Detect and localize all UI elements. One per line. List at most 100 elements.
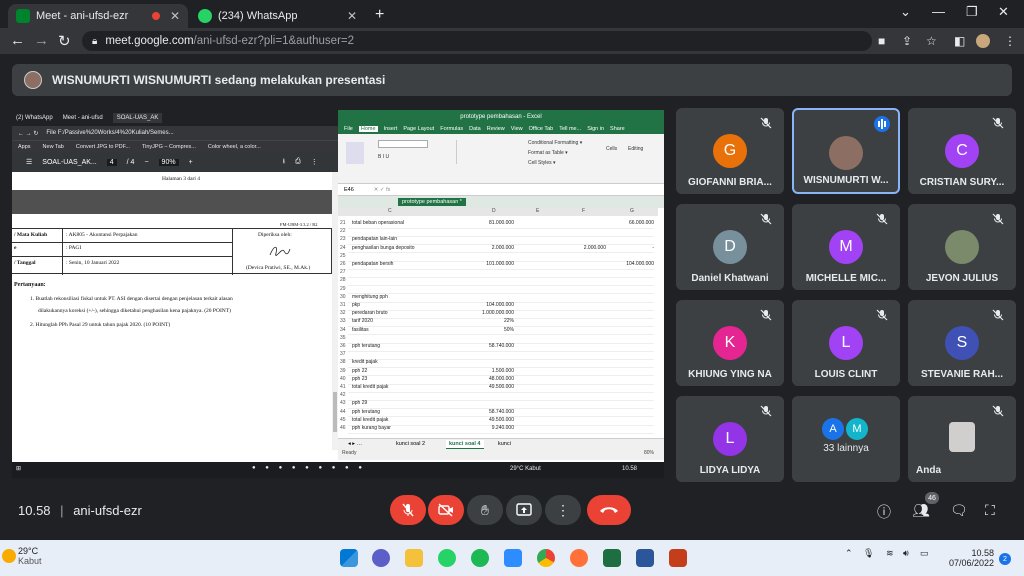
page-header: Halaman 3 dari 4 xyxy=(162,176,201,182)
camera-indicator-icon[interactable]: ■ xyxy=(878,34,885,48)
pdf-page-count: / 4 xyxy=(126,158,135,166)
mic-off-button[interactable] xyxy=(390,495,426,525)
inner-app-icons: ● ● ● ● ● ● ● ● ● xyxy=(252,465,366,471)
side-panel-icon[interactable]: ◧ xyxy=(954,34,965,48)
wifi-icon[interactable]: ≋ xyxy=(886,548,894,559)
checked-by-label: Diperiksa oleh: xyxy=(258,232,292,238)
cell-label: peredaran bruto xyxy=(352,310,388,317)
tab-title: Meet - ani-ufsd-ezr xyxy=(36,10,129,22)
participant-tile[interactable]: JEVON JULIUS xyxy=(908,204,1016,290)
excel-window: prototype pembahasan - Excel File Home I… xyxy=(338,110,664,466)
alignment-group xyxy=(456,140,496,164)
close-tab-icon[interactable]: ✕ xyxy=(347,9,357,23)
spotify-icon[interactable] xyxy=(471,549,489,567)
activities-button[interactable]: ⛶ xyxy=(985,502,995,519)
cell-label: pph kurang bayar xyxy=(352,425,391,431)
col-header: G xyxy=(630,208,634,214)
whatsapp-icon[interactable] xyxy=(438,549,456,567)
bookmark-star-icon[interactable]: ☆ xyxy=(926,34,937,48)
participant-name: MICHELLE MIC... xyxy=(805,273,887,284)
tab-meet[interactable]: Meet - ani-ufsd-ezr ✕ xyxy=(8,4,188,28)
participant-tile[interactable]: G GIOFANNI BRIA... xyxy=(676,108,784,194)
mic-muted-icon xyxy=(876,308,888,321)
minimize-button[interactable]: — xyxy=(932,4,945,19)
profile-avatar[interactable] xyxy=(976,34,990,48)
firefox-icon[interactable] xyxy=(570,549,588,567)
banner-text: WISNUMURTI WISNUMURTI sedang melakukan p… xyxy=(52,73,386,87)
participant-name: GIOFANNI BRIA... xyxy=(688,177,772,188)
cell-label: pph terutang xyxy=(352,343,381,349)
cell-label: penghasilan bunga deposito xyxy=(352,244,415,251)
volume-icon[interactable]: 🔊︎ xyxy=(903,548,909,559)
close-tab-icon[interactable]: ✕ xyxy=(170,9,180,23)
participant-tile[interactable]: S STEVANIE RAH... xyxy=(908,300,1016,386)
presentation-banner: WISNUMURTI WISNUMURTI sedang melakukan p… xyxy=(12,64,1012,96)
participant-tile[interactable]: Anda xyxy=(908,396,1016,482)
camera-off-button[interactable] xyxy=(428,495,464,525)
mic-tray-icon[interactable]: 🎙︎ xyxy=(863,548,874,559)
url-path: /ani-ufsd-ezr?pli=1&authuser=2 xyxy=(193,35,355,47)
zoom-icon[interactable] xyxy=(504,549,522,567)
participant-tile[interactable]: A M 33 lainnya xyxy=(792,396,900,482)
system-clock[interactable]: 10.58 07/06/2022 xyxy=(946,548,994,568)
excel-status-bar: Ready 80% xyxy=(338,450,664,460)
info-label: e xyxy=(14,245,17,251)
meeting-info-button[interactable]: ⓘ xyxy=(877,502,891,522)
file-explorer-icon[interactable] xyxy=(405,549,423,567)
participant-name: Anda xyxy=(916,465,941,476)
back-button[interactable]: ← xyxy=(10,32,25,49)
url-input[interactable]: 🔒︎ meet.google.com/ani-ufsd-ezr?pli=1&au… xyxy=(82,31,872,51)
participant-tile[interactable]: L LIDYA LIDYA xyxy=(676,396,784,482)
new-tab-button[interactable]: + xyxy=(375,6,384,24)
spreadsheet-grid: 21 total beban operasional 81.000.000 66.00… xyxy=(338,220,658,438)
chat-button[interactable]: 🗨︎ xyxy=(950,502,968,519)
participant-tile[interactable]: K KHIUNG YING NA xyxy=(676,300,784,386)
restore-button[interactable]: ❐ xyxy=(966,4,978,20)
clock-date: 07/06/2022 xyxy=(948,558,994,568)
info-label: / Tanggal xyxy=(14,260,36,266)
weather-temp: 29°C xyxy=(18,546,39,556)
tab-search-chevron-icon[interactable]: ⌄ xyxy=(900,4,911,20)
word-icon[interactable] xyxy=(636,549,654,567)
url-host: meet.google.com xyxy=(105,35,194,47)
print-icon: ⎙ xyxy=(295,158,301,165)
cell-value: 1.500.000 xyxy=(491,367,514,374)
camera-off-icon xyxy=(438,503,453,517)
participant-tile[interactable]: L LOUIS CLINT xyxy=(792,300,900,386)
leave-call-button[interactable] xyxy=(587,495,631,525)
notification-badge[interactable]: 2 xyxy=(999,553,1011,565)
avatar: S xyxy=(945,326,979,360)
powerpoint-icon[interactable] xyxy=(669,549,687,567)
hang-up-icon xyxy=(600,507,618,513)
tab-whatsapp[interactable]: (234) WhatsApp ✕ xyxy=(190,4,365,28)
close-window-button[interactable]: ✕ xyxy=(998,4,1009,20)
forward-button[interactable]: → xyxy=(34,32,49,49)
cell-value: 104.000.000 xyxy=(626,261,654,267)
people-button[interactable]: 👥︎ xyxy=(912,502,930,519)
participant-tile[interactable]: WISNUMURTI W... xyxy=(792,108,900,194)
start-icon[interactable] xyxy=(340,549,358,567)
bookmark-item: TinyJPG – Compres... xyxy=(141,143,196,150)
present-button[interactable] xyxy=(506,495,542,525)
participant-tile[interactable]: D Daniel Khatwani xyxy=(676,204,784,290)
participant-tile[interactable]: C CRISTIAN SURY... xyxy=(908,108,1016,194)
participant-tile[interactable]: M MICHELLE MIC... xyxy=(792,204,900,290)
battery-icon[interactable]: ▭ xyxy=(920,548,929,559)
raise-hand-button[interactable]: ✋︎ xyxy=(467,495,503,525)
reload-button[interactable]: ↻ xyxy=(58,32,71,50)
menu-kebab-icon[interactable]: ⋮ xyxy=(1004,34,1016,48)
chrome-icon[interactable] xyxy=(537,549,555,567)
tray-chevron-icon[interactable]: ⌃ xyxy=(845,548,853,559)
teams-chat-icon[interactable] xyxy=(372,549,390,567)
more-options-button[interactable]: ⋮ xyxy=(545,495,581,525)
share-icon[interactable]: ⇪ xyxy=(902,34,912,48)
download-icon: ⭳ xyxy=(282,157,286,165)
mic-muted-icon xyxy=(992,212,1004,225)
meeting-code: ani-ufsd-ezr xyxy=(73,503,142,518)
weather-widget[interactable]: 29°C Kabut xyxy=(18,546,42,566)
participant-name: Daniel Khatwani xyxy=(691,273,769,284)
excel-icon[interactable] xyxy=(603,549,621,567)
row-number: 27 xyxy=(340,269,346,276)
whatsapp-favicon-icon xyxy=(198,9,212,23)
ribbon-tab: Tell me... xyxy=(559,126,582,132)
